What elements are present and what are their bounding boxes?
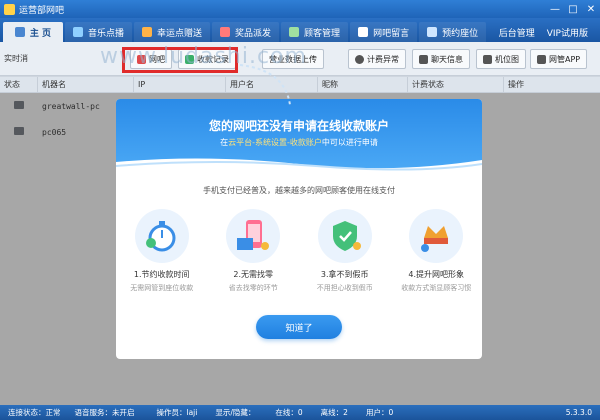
col-nickname[interactable]: 昵称: [318, 76, 408, 93]
table-header: 状态 机器名 IP 用户名 昵称 计费状态 操作: [0, 76, 600, 93]
message-icon: [358, 27, 369, 37]
tab-customers[interactable]: 顾客管理: [281, 22, 349, 42]
tab-prizes[interactable]: 奖品派发: [212, 22, 280, 42]
feature-desc: 省去找零的环节: [228, 284, 278, 292]
col-machine-name[interactable]: 机器名: [38, 76, 134, 93]
feature-item: 4.提升网吧形象 收款方式渐显顾客习惯: [392, 209, 480, 293]
col-billing-status[interactable]: 计费状态: [408, 76, 504, 93]
offline-count: 离线：2: [320, 408, 348, 417]
online-count: 在线：0: [275, 408, 303, 417]
tab-lucky-points[interactable]: 幸运点赠送: [134, 22, 211, 42]
crown-icon: [409, 209, 464, 263]
window-title: 运营部网吧: [19, 5, 65, 16]
subtitle-suffix: 中可以进行申请: [321, 138, 378, 147]
feature-list: 1.节约收款时间 无需网管到座位收款 2.无需找零 省去找零的环节 3.拿不到假…: [116, 209, 482, 293]
feature-item: 1.节约收款时间 无需网管到座位收款: [118, 209, 206, 293]
feature-title: 1.节约收款时间: [133, 270, 190, 279]
feature-desc: 无需网管到座位收款: [130, 284, 194, 292]
title-bar: 运营部网吧 — □ ✕: [0, 0, 600, 18]
feature-desc: 不用担心收到假币: [316, 284, 373, 292]
tab-label: 顾客管理: [304, 28, 341, 39]
billing-icon: [355, 54, 364, 64]
main-nav: 主 页 音乐点播 幸运点赠送 奖品派发 顾客管理 网吧留言 预约座位 后台管理 …: [0, 18, 600, 42]
close-button[interactable]: ✕: [582, 0, 600, 18]
modal-title: 您的网吧还没有申请在线收款账户: [208, 119, 389, 133]
header-wave: [116, 158, 482, 174]
gift-icon: [142, 27, 153, 37]
btn-label: 网管APP: [549, 54, 581, 64]
tab-label: 幸运点赠送: [157, 28, 203, 39]
subtitle-prefix: 在: [220, 138, 229, 147]
feature-title: 2.无需找零: [233, 270, 274, 279]
feature-desc: 收款方式渐显顾客习惯: [401, 284, 472, 292]
phone-icon: [537, 54, 546, 64]
seat-icon: [427, 27, 438, 37]
status-bar: 连接状态：正常 语音服务：未开启 操作员：laji 显示/隐藏： 在线：0 离线…: [0, 405, 600, 420]
prize-icon: [220, 27, 231, 37]
btn-label: 机位图: [495, 54, 519, 64]
col-status[interactable]: 状态: [0, 76, 38, 93]
phone-payment-icon: [226, 209, 281, 263]
minimize-button[interactable]: —: [546, 0, 564, 18]
btn-label: 计费异常: [367, 54, 399, 64]
toolbar-btn-chat[interactable]: 聊天信息: [412, 49, 470, 69]
col-actions[interactable]: 操作: [504, 77, 600, 93]
trial-badge[interactable]: VIP试用版: [547, 26, 588, 39]
subtitle-highlight: 云平台-系统设置-收款账户: [228, 138, 322, 147]
modal-description: 手机支付已经普及，越来越多的网吧顾客使用在线支付: [203, 186, 395, 195]
tab-home[interactable]: 主 页: [3, 22, 63, 42]
operator-label: 操作员：laji: [156, 408, 198, 417]
col-ip[interactable]: IP: [134, 76, 226, 93]
connection-status: 连接状态：正常: [8, 408, 61, 417]
app-logo-icon: [4, 3, 15, 15]
toolbar-btn-seatmap[interactable]: 机位图: [476, 49, 526, 69]
toolbar-btn-billing-error[interactable]: 计费异常: [348, 49, 406, 69]
seatmap-icon: [483, 54, 492, 64]
got-it-button[interactable]: 知道了: [256, 315, 342, 339]
modal-subtitle: 在云平台-系统设置-收款账户中可以进行申请: [116, 137, 482, 148]
tab-label: 预约座位: [442, 28, 479, 39]
maximize-button[interactable]: □: [564, 0, 582, 18]
voice-status: 语音服务：未开启: [74, 408, 135, 417]
tab-messages[interactable]: 网吧留言: [350, 22, 418, 42]
tab-label: 主 页: [29, 28, 52, 39]
tab-label: 音乐点播: [88, 28, 125, 39]
customer-icon: [289, 27, 300, 37]
chat-icon: [419, 54, 428, 64]
home-icon: [14, 27, 25, 37]
realtime-label: 实时消: [4, 54, 28, 63]
pointer-curve: [239, 64, 291, 106]
payment-account-modal: 您的网吧还没有申请在线收款账户 在云平台-系统设置-收款账户中可以进行申请 手机…: [116, 99, 482, 359]
stopwatch-icon: [134, 209, 189, 263]
btn-label: 聊天信息: [431, 54, 463, 64]
toolbar-btn-admin-app[interactable]: 网管APP: [530, 49, 588, 69]
feature-item: 2.无需找零 省去找零的环节: [209, 209, 297, 293]
feature-item: 3.拿不到假币 不用担心收到假币: [301, 209, 389, 293]
feature-title: 4.提升网吧形象: [408, 270, 465, 279]
version-label: 5.3.3.0: [565, 408, 592, 417]
tab-music[interactable]: 音乐点播: [65, 22, 133, 42]
display-toggle[interactable]: 显示/隐藏：: [215, 407, 255, 418]
feature-title: 3.拿不到假币: [320, 270, 369, 279]
tab-label: 奖品派发: [235, 28, 272, 39]
user-count: 用户：0: [365, 408, 394, 417]
music-icon: [73, 27, 83, 37]
shield-icon: [317, 209, 372, 263]
tab-reservations[interactable]: 预约座位: [419, 22, 487, 42]
tab-label: 网吧留言: [373, 28, 410, 39]
admin-link[interactable]: 后台管理: [499, 26, 535, 39]
